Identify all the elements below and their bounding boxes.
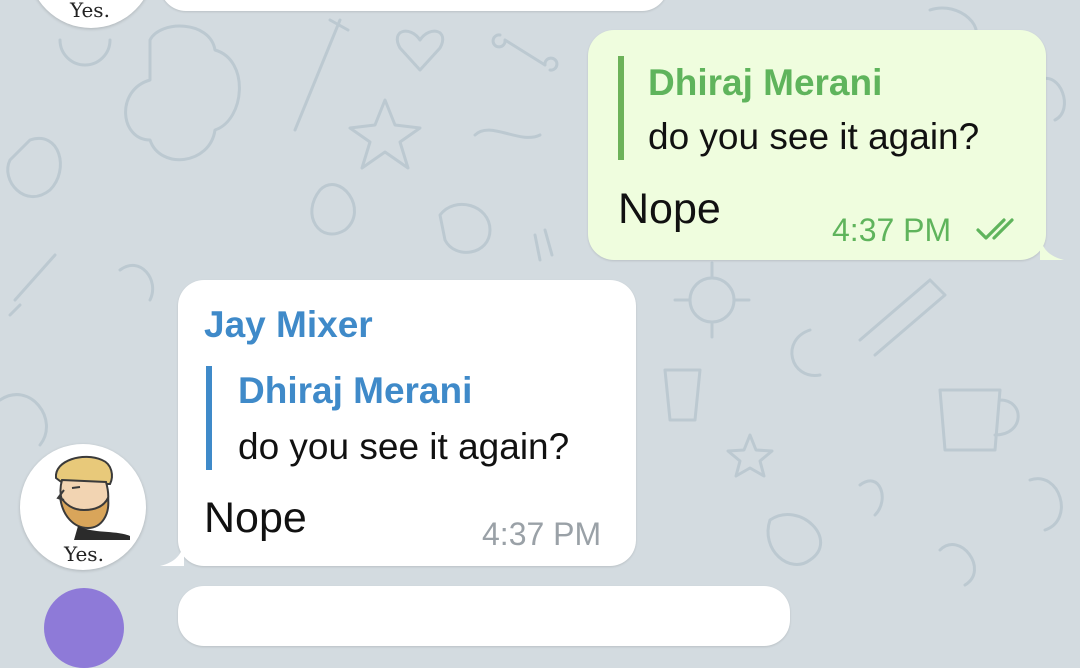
message-text: Nope: [204, 494, 307, 542]
next-message-bubble[interactable]: [178, 586, 790, 646]
avatar-caption: Yes.: [64, 542, 104, 566]
reply-author: Dhiraj Merani: [238, 370, 473, 411]
double-check-icon: [976, 218, 1014, 240]
bubble-tail: [160, 542, 184, 566]
reply-text: do you see it again?: [238, 426, 570, 467]
incoming-message-bubble[interactable]: Jay Mixer Dhiraj Merani do you see it ag…: [160, 280, 636, 566]
reply-text: do you see it again?: [648, 116, 980, 157]
purple-avatar[interactable]: [44, 588, 124, 668]
avatar-caption: Yes.: [70, 0, 110, 22]
message-time: 4:37 PM: [482, 516, 602, 552]
message-text: Nope: [618, 185, 721, 233]
bearded-man-avatar: [54, 455, 130, 540]
reply-quote[interactable]: Dhiraj Merani do you see it again?: [206, 366, 569, 470]
sender-avatar[interactable]: Yes.: [20, 444, 146, 570]
previous-message-bubble[interactable]: [160, 0, 668, 11]
message-time: 4:37 PM: [832, 212, 952, 248]
bubble-tail: [1040, 236, 1064, 260]
reply-author: Dhiraj Merani: [648, 62, 883, 103]
outgoing-message-bubble[interactable]: Dhiraj Merani do you see it again? Nope …: [588, 30, 1064, 260]
reply-quote[interactable]: Dhiraj Merani do you see it again?: [618, 56, 979, 160]
sender-name[interactable]: Jay Mixer: [204, 304, 373, 346]
